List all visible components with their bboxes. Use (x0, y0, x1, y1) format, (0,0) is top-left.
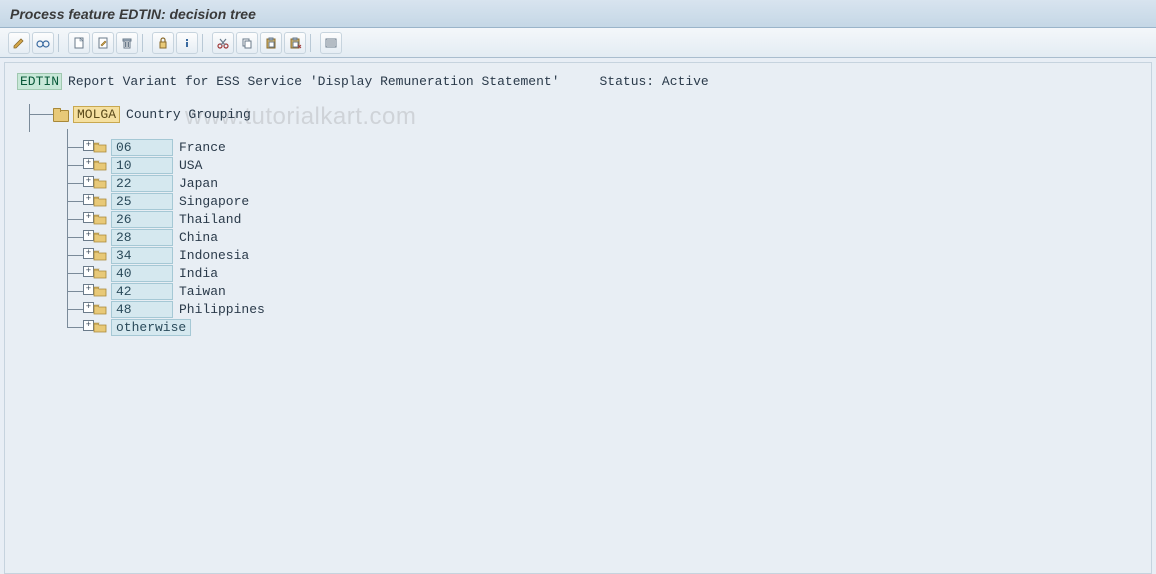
tree-connector: + (67, 264, 93, 282)
folder-closed-icon (93, 267, 107, 279)
tree-child-node[interactable]: +48 Philippines (67, 300, 1139, 318)
tree-connector: + (67, 210, 93, 228)
folder-closed-icon (93, 141, 107, 153)
tree-child-node[interactable]: +34 Indonesia (67, 246, 1139, 264)
tree-child-node[interactable]: +26 Thailand (67, 210, 1139, 228)
child-label: China (179, 230, 218, 245)
folder-closed-icon (93, 177, 107, 189)
child-label: Indonesia (179, 248, 249, 263)
edit-page-icon[interactable] (92, 32, 114, 54)
folder-closed-icon (93, 195, 107, 207)
molga-node[interactable]: MOLGA Country Grouping (23, 104, 1139, 124)
status-value: Active (662, 74, 709, 89)
tree-child-node[interactable]: +25 Singapore (67, 192, 1139, 210)
list-icon[interactable] (320, 32, 342, 54)
tree-connector: + (67, 192, 93, 210)
children-container: +06 France +10 USA +22 Japan +25 Singapore +26 Th… (67, 138, 1139, 336)
child-code: 28 (111, 229, 173, 246)
child-code: 34 (111, 247, 173, 264)
node-label: Country Grouping (126, 107, 251, 122)
tree-child-node[interactable]: +28 China (67, 228, 1139, 246)
lock-icon[interactable] (152, 32, 174, 54)
tree-child-node[interactable]: + otherwise (67, 318, 1139, 336)
tree-child-node[interactable]: +06 France (67, 138, 1139, 156)
folder-closed-icon (93, 249, 107, 261)
root-node[interactable]: EDTIN Report Variant for ESS Service 'Di… (17, 73, 1139, 90)
feature-code: EDTIN (17, 73, 62, 90)
status-label: Status: (600, 74, 655, 89)
child-label: Taiwan (179, 284, 226, 299)
child-label: France (179, 140, 226, 155)
child-code: otherwise (111, 319, 191, 336)
content-area: www.tutorialkart.com EDTIN Report Varian… (4, 62, 1152, 574)
tree-child-node[interactable]: +10 USA (67, 156, 1139, 174)
child-label: Japan (179, 176, 218, 191)
tree-connector: + (67, 174, 93, 192)
folder-open-icon (53, 108, 69, 121)
paste-special-icon[interactable] (284, 32, 306, 54)
child-label: Singapore (179, 194, 249, 209)
trash-icon[interactable] (116, 32, 138, 54)
cut-icon[interactable] (212, 32, 234, 54)
tree-child-node[interactable]: +42 Taiwan (67, 282, 1139, 300)
tree-connector: + (67, 228, 93, 246)
tree-connector: + (67, 246, 93, 264)
status-block: Status: Active (600, 74, 709, 89)
feature-description: Report Variant for ESS Service 'Display … (68, 74, 559, 89)
child-code: 48 (111, 301, 173, 318)
child-label: India (179, 266, 218, 281)
node-key: MOLGA (73, 106, 120, 123)
child-label: Philippines (179, 302, 265, 317)
folder-closed-icon (93, 159, 107, 171)
new-page-icon[interactable] (68, 32, 90, 54)
tree-connector: + (67, 156, 93, 174)
title-bar: Process feature EDTIN: decision tree (0, 0, 1156, 28)
child-label: Thailand (179, 212, 241, 227)
info-icon[interactable] (176, 32, 198, 54)
child-code: 22 (111, 175, 173, 192)
folder-closed-icon (93, 285, 107, 297)
child-code: 25 (111, 193, 173, 210)
toolbar-separator (310, 34, 316, 52)
tree-connector: + (67, 300, 93, 318)
tree-connector: + (67, 282, 93, 300)
child-code: 42 (111, 283, 173, 300)
folder-closed-icon (93, 303, 107, 315)
tree-child-node[interactable]: +40 India (67, 264, 1139, 282)
pencil-icon[interactable] (8, 32, 30, 54)
toolbar-separator (202, 34, 208, 52)
child-code: 40 (111, 265, 173, 282)
tree-child-node[interactable]: +22 Japan (67, 174, 1139, 192)
child-code: 06 (111, 139, 173, 156)
folder-closed-icon (93, 321, 107, 333)
folder-closed-icon (93, 231, 107, 243)
tree-connector: + (67, 318, 93, 336)
tree: MOLGA Country Grouping +06France+10USA+2… (23, 104, 1139, 336)
tree-connector: + (67, 138, 93, 156)
paste-icon[interactable] (260, 32, 282, 54)
toolbar-separator (58, 34, 64, 52)
child-code: 10 (111, 157, 173, 174)
folder-closed-icon (93, 213, 107, 225)
page-title: Process feature EDTIN: decision tree (10, 6, 256, 22)
copy-icon[interactable] (236, 32, 258, 54)
toolbar-separator (142, 34, 148, 52)
tree-connector (29, 114, 53, 115)
toolbar (0, 28, 1156, 58)
glasses-icon[interactable] (32, 32, 54, 54)
child-label: USA (179, 158, 202, 173)
child-code: 26 (111, 211, 173, 228)
